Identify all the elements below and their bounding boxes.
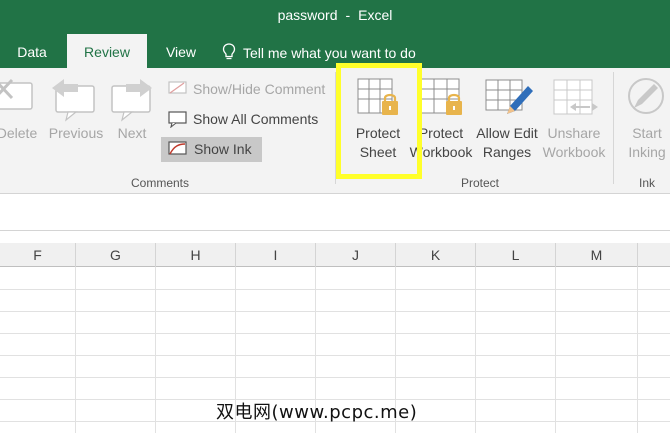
spacer bbox=[0, 231, 670, 243]
watermark-text: 双电网(www.pcpc.me) bbox=[216, 402, 418, 423]
delete-label: Delete bbox=[0, 125, 38, 141]
column-header-f[interactable]: F bbox=[0, 243, 76, 267]
next-comment-icon bbox=[111, 79, 152, 122]
column-line bbox=[637, 267, 638, 433]
comments-group-label: Comments bbox=[130, 176, 189, 190]
next-label: Next bbox=[117, 125, 147, 141]
row-line bbox=[0, 333, 670, 334]
window-title: password - Excel bbox=[0, 7, 670, 23]
delete-comment-icon bbox=[0, 78, 33, 110]
title-separator: - bbox=[345, 7, 351, 23]
highlight-box bbox=[336, 63, 422, 179]
ribbon-tabs: Data Review View Tell me what you want t… bbox=[0, 34, 670, 68]
row-line bbox=[0, 289, 670, 290]
show-ink-icon bbox=[168, 141, 187, 155]
allow-edit-ranges-label: Allow Edit Ranges bbox=[476, 125, 538, 160]
row-line bbox=[0, 311, 670, 312]
column-header-j[interactable]: J bbox=[316, 243, 396, 267]
column-header-l[interactable]: L bbox=[476, 243, 556, 267]
tab-view[interactable]: View bbox=[155, 34, 207, 68]
row-line bbox=[0, 377, 670, 378]
show-ink-button[interactable]: Show Ink bbox=[161, 137, 262, 162]
previous-label: Previous bbox=[48, 125, 104, 141]
document-name: password bbox=[277, 7, 338, 23]
tell-me-text: Tell me what you want to do bbox=[243, 45, 416, 61]
ribbon: Delete Previous Next Show/Hide Comment S… bbox=[0, 68, 670, 194]
show-all-comments-icon bbox=[168, 111, 187, 128]
ink-group-label: Ink bbox=[638, 176, 655, 190]
previous-comment-icon bbox=[52, 79, 95, 122]
lightbulb-icon bbox=[222, 43, 236, 60]
column-header-g[interactable]: G bbox=[76, 243, 156, 267]
unshare-workbook-icon bbox=[553, 79, 598, 115]
column-header-m[interactable]: M bbox=[556, 243, 638, 267]
column-header-i[interactable]: I bbox=[236, 243, 316, 267]
unshare-workbook-label: Unshare Workbook bbox=[542, 125, 606, 160]
start-inking-icon bbox=[628, 78, 664, 114]
column-line bbox=[75, 267, 76, 433]
group-divider bbox=[613, 72, 614, 184]
show-hide-comment-label: Show/Hide Comment bbox=[193, 81, 326, 97]
row-line bbox=[0, 355, 670, 356]
column-header-h[interactable]: H bbox=[156, 243, 236, 267]
column-line bbox=[555, 267, 556, 433]
column-line bbox=[155, 267, 156, 433]
allow-edit-ranges-icon bbox=[485, 79, 533, 114]
tab-review[interactable]: Review bbox=[67, 34, 147, 68]
show-hide-comment-button[interactable]: Show/Hide Comment bbox=[168, 77, 333, 101]
protect-group-label: Protect bbox=[460, 176, 499, 190]
show-ink-label: Show Ink bbox=[194, 141, 252, 157]
formula-bar[interactable] bbox=[0, 195, 670, 231]
show-all-comments-button[interactable]: Show All Comments bbox=[168, 107, 328, 131]
app-name: Excel bbox=[358, 7, 393, 23]
title-bar: password - Excel bbox=[0, 0, 670, 34]
show-hide-comment-icon bbox=[168, 81, 187, 94]
column-headers: F G H I J K L M bbox=[0, 243, 670, 267]
column-line bbox=[475, 267, 476, 433]
show-all-comments-label: Show All Comments bbox=[193, 111, 319, 127]
tab-data[interactable]: Data bbox=[0, 34, 64, 68]
column-header-k[interactable]: K bbox=[396, 243, 476, 267]
start-inking-label: Start Inking bbox=[628, 125, 666, 160]
